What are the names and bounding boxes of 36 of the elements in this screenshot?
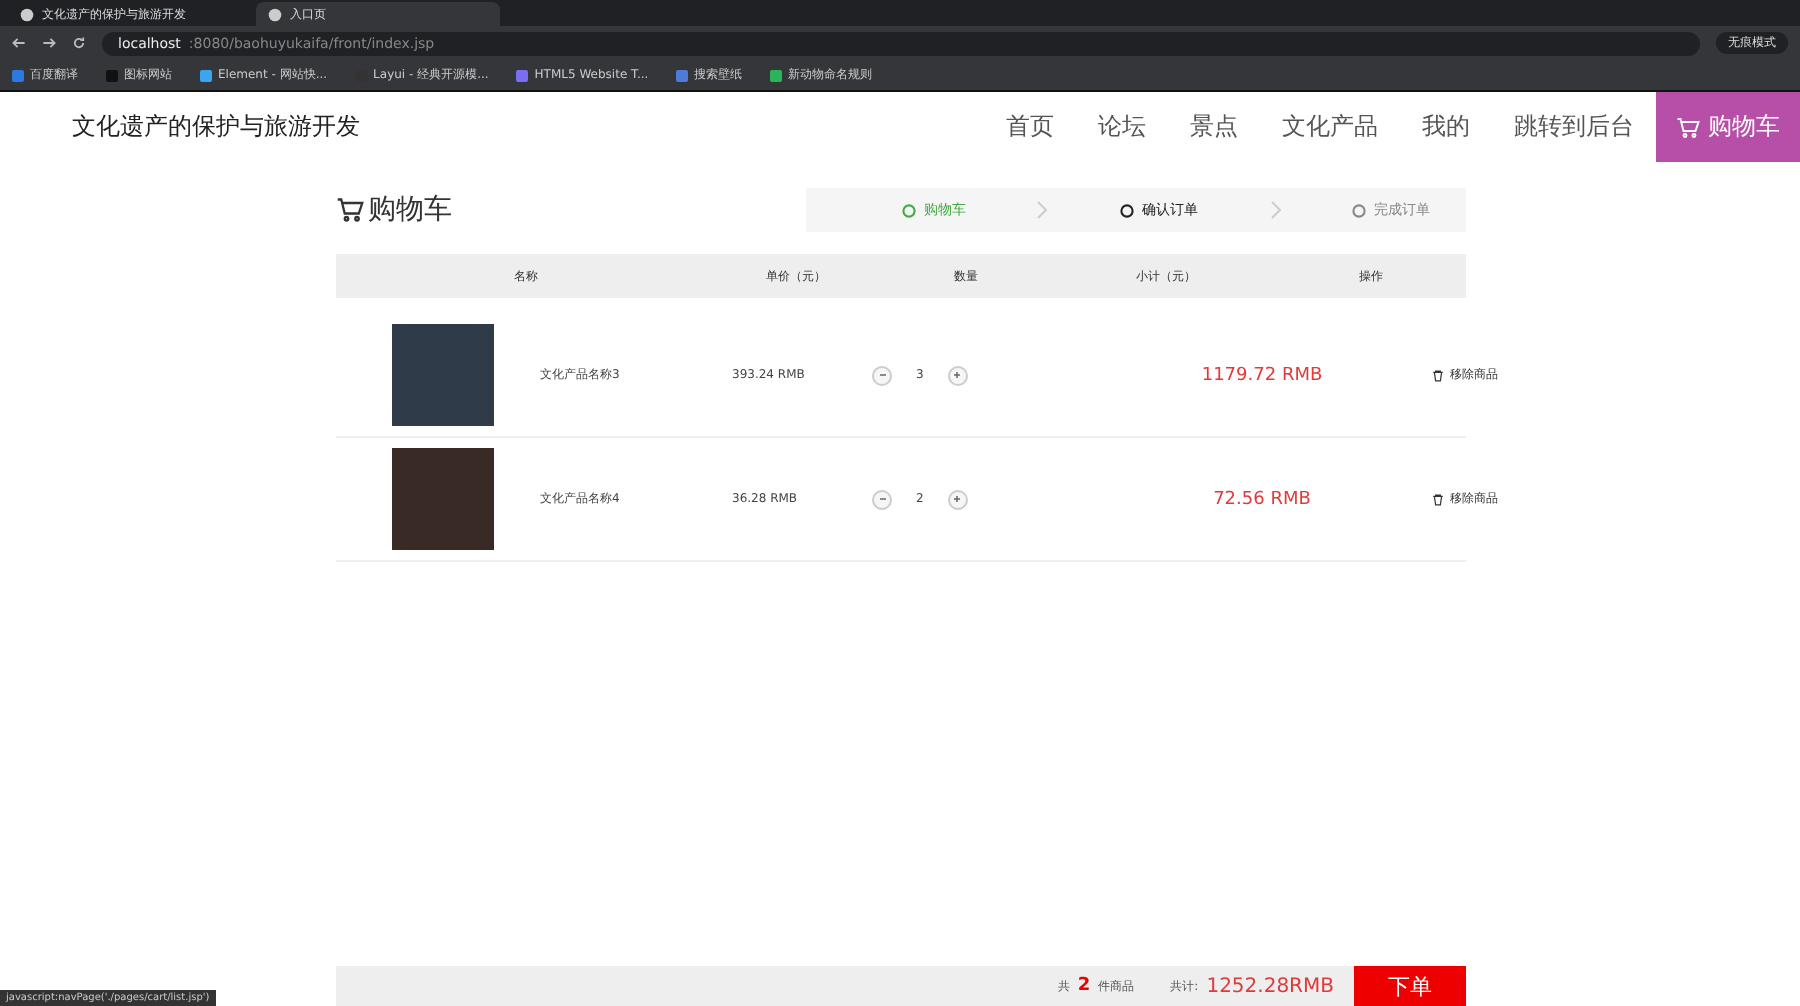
nav-link[interactable]: 首页 (984, 92, 1076, 162)
minus-icon (877, 494, 887, 504)
back-icon[interactable] (12, 36, 26, 50)
circle-icon (1352, 203, 1367, 217)
trash-icon (1432, 493, 1444, 505)
item-count: 2 (1077, 976, 1091, 996)
chevron-icon (1036, 200, 1049, 220)
forward-icon[interactable] (42, 36, 56, 50)
nav-link[interactable]: 景点 (1168, 92, 1260, 162)
chevron-icon (1269, 200, 1282, 220)
photo-placeholder (392, 324, 494, 426)
subtotal: 1179.72 RMB (1201, 365, 1323, 385)
minus-button[interactable] (872, 365, 892, 385)
nav-link[interactable]: 跳转到后台 (1492, 92, 1656, 162)
subtotal: 72.56 RMB (1213, 489, 1311, 509)
total-amount: 1252.28RMB (1206, 975, 1334, 997)
circle-icon (901, 203, 916, 217)
site-title: 文化遗产的保护与旅游开发 (72, 110, 362, 144)
cart-heading: 购物车 (336, 192, 452, 228)
minus-button[interactable] (872, 489, 892, 509)
plus-button[interactable] (947, 489, 968, 509)
photo-placeholder (392, 448, 494, 550)
reload-icon[interactable] (72, 36, 86, 50)
plus-button[interactable] (947, 365, 968, 385)
plus-icon (952, 494, 963, 504)
trash-icon (1432, 369, 1444, 381)
minus-icon (877, 370, 887, 380)
nav-link[interactable]: 论坛 (1076, 92, 1168, 162)
cart-icon (1676, 115, 1700, 139)
circle-icon (1119, 203, 1134, 217)
nav-link[interactable]: 文化产品 (1260, 92, 1400, 162)
plus-icon (952, 370, 963, 380)
nav-link[interactable]: 购物车 (1656, 92, 1800, 162)
order-button[interactable]: 下单 (1354, 966, 1466, 1006)
cart-icon (336, 196, 364, 224)
nav-link[interactable]: 我的 (1400, 92, 1492, 162)
